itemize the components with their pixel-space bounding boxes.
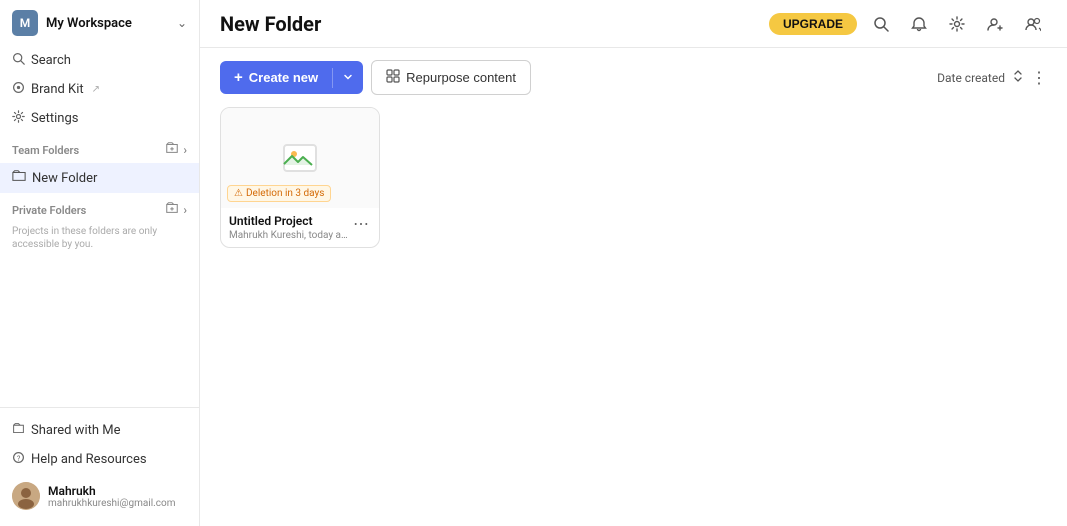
more-private-folders-icon[interactable]: › xyxy=(183,203,187,217)
sidebar-item-shared-with-me[interactable]: Shared with Me xyxy=(0,416,199,445)
create-dropdown-arrow[interactable] xyxy=(333,62,363,93)
toolbar-left: + Create new Repurpose content xyxy=(220,60,531,95)
toolbar: + Create new Repurpose content Date crea… xyxy=(200,48,1067,107)
user-name: Mahrukh xyxy=(48,484,176,498)
settings-label: Settings xyxy=(31,111,78,126)
project-card[interactable]: ⚠ Deletion in 3 days Untitled Project Ma… xyxy=(220,107,380,248)
project-thumbnail: ⚠ Deletion in 3 days xyxy=(221,108,379,208)
help-label: Help and Resources xyxy=(31,452,147,467)
shared-with-me-icon xyxy=(12,422,25,439)
sidebar-item-brand-kit[interactable]: Brand Kit ↗ xyxy=(0,75,199,104)
sidebar: M My Workspace ⌄ Search Brand Kit ↗ Sett… xyxy=(0,0,200,526)
deletion-badge-text: Deletion in 3 days xyxy=(246,188,324,199)
brand-kit-external-icon: ↗ xyxy=(92,84,100,95)
private-folders-section: Private Folders › xyxy=(0,193,199,223)
shared-with-me-label: Shared with Me xyxy=(31,423,121,438)
project-info: Untitled Project Mahrukh Kureshi, today … xyxy=(221,208,379,247)
main-content: New Folder UPGRADE + xyxy=(200,0,1067,526)
project-grid: ⚠ Deletion in 3 days Untitled Project Ma… xyxy=(220,107,1047,248)
sidebar-bottom: Shared with Me ? Help and Resources Mahr… xyxy=(0,407,199,526)
settings-icon xyxy=(12,110,25,127)
user-email: mahrukhkureshi@gmail.com xyxy=(48,498,176,509)
private-folders-desc: Projects in these folders are only acces… xyxy=(0,223,199,257)
settings-button[interactable] xyxy=(943,10,971,38)
create-new-main[interactable]: + Create new xyxy=(220,61,332,94)
team-folders-actions[interactable]: › xyxy=(165,141,187,159)
topbar-actions: UPGRADE xyxy=(769,10,1047,38)
user-profile[interactable]: Mahrukh mahrukhkureshi@gmail.com xyxy=(0,474,199,518)
notifications-button[interactable] xyxy=(905,10,933,38)
workspace-header[interactable]: M My Workspace ⌄ xyxy=(0,0,199,46)
svg-text:?: ? xyxy=(17,454,21,463)
more-options-icon[interactable]: ⋮ xyxy=(1031,68,1047,87)
warning-icon: ⚠ xyxy=(234,188,243,199)
workspace-header-left: M My Workspace xyxy=(12,10,132,36)
sidebar-item-new-folder[interactable]: New Folder xyxy=(0,163,199,193)
upgrade-button[interactable]: UPGRADE xyxy=(769,13,857,35)
project-more-options-icon[interactable]: ⋯ xyxy=(351,214,371,233)
search-label: Search xyxy=(31,53,71,68)
search-item[interactable]: Search xyxy=(0,46,199,75)
add-folder-icon[interactable] xyxy=(165,141,179,159)
chevron-down-icon: ⌄ xyxy=(177,16,187,30)
help-icon: ? xyxy=(12,451,25,468)
add-private-folder-icon[interactable] xyxy=(165,201,179,219)
workspace-avatar: M xyxy=(12,10,38,36)
topbar: New Folder UPGRADE xyxy=(200,0,1067,48)
add-user-button[interactable] xyxy=(981,10,1009,38)
project-details: Untitled Project Mahrukh Kureshi, today … xyxy=(229,214,351,241)
sort-direction-icon[interactable] xyxy=(1011,69,1025,86)
more-team-folders-icon[interactable]: › xyxy=(183,143,187,157)
project-meta: Mahrukh Kureshi, today at 12:12a... xyxy=(229,230,349,241)
team-folders-label: Team Folders xyxy=(12,144,79,157)
toolbar-right: Date created ⋮ xyxy=(937,68,1047,87)
people-button[interactable] xyxy=(1019,10,1047,38)
brand-kit-label: Brand Kit xyxy=(31,82,84,97)
page-title: New Folder xyxy=(220,12,321,36)
repurpose-icon xyxy=(386,69,400,86)
search-icon xyxy=(12,52,25,69)
create-new-label: Create new xyxy=(249,70,318,85)
new-folder-label: New Folder xyxy=(32,171,97,186)
folder-icon xyxy=(12,169,26,187)
brand-kit-icon xyxy=(12,81,25,98)
workspace-name: My Workspace xyxy=(46,16,132,31)
sort-label: Date created xyxy=(937,71,1005,85)
avatar xyxy=(12,482,40,510)
private-folders-label: Private Folders xyxy=(12,204,86,217)
deletion-badge: ⚠ Deletion in 3 days xyxy=(227,185,331,202)
repurpose-label: Repurpose content xyxy=(406,70,516,85)
repurpose-button[interactable]: Repurpose content xyxy=(371,60,531,95)
private-folders-actions[interactable]: › xyxy=(165,201,187,219)
search-button[interactable] xyxy=(867,10,895,38)
project-thumb-icon xyxy=(280,138,320,178)
project-name: Untitled Project xyxy=(229,214,351,228)
create-new-button[interactable]: + Create new xyxy=(220,61,363,94)
sidebar-item-help[interactable]: ? Help and Resources xyxy=(0,445,199,474)
user-info: Mahrukh mahrukhkureshi@gmail.com xyxy=(48,484,176,509)
team-folders-section: Team Folders › xyxy=(0,133,199,163)
plus-icon: + xyxy=(234,69,243,86)
content-area: ⚠ Deletion in 3 days Untitled Project Ma… xyxy=(200,107,1067,526)
sidebar-item-settings[interactable]: Settings xyxy=(0,104,199,133)
